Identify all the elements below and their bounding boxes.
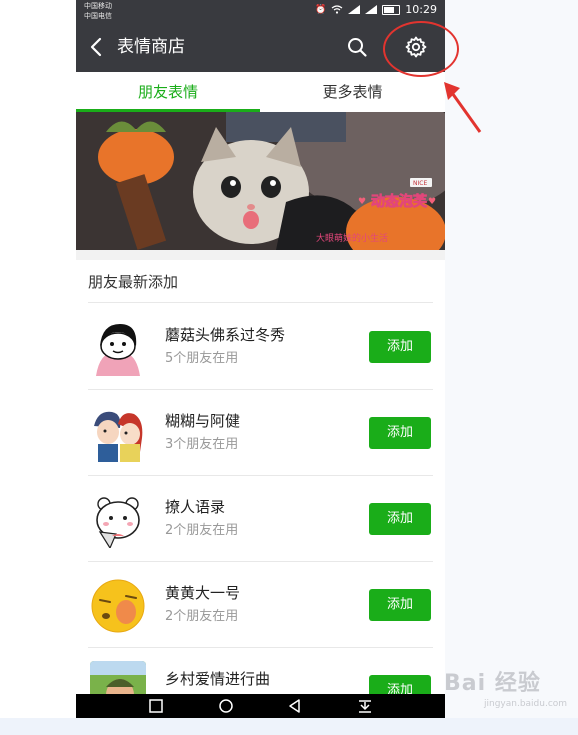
wifi-icon — [331, 5, 343, 14]
add-button[interactable]: 添加 — [369, 331, 431, 363]
watermark-logo-text: Bai 经验 — [444, 671, 541, 696]
carrier-1: 中国移动 — [84, 2, 112, 10]
battery-icon — [382, 4, 401, 15]
friends-using-count: 3个朋友在用 — [165, 437, 239, 452]
sticker-thumbnail-yellow-face — [90, 578, 146, 634]
list-item[interactable]: 糊糊与阿健 3个朋友在用 添加 — [76, 389, 445, 475]
search-icon[interactable] — [346, 36, 368, 58]
bottom-backdrop — [0, 718, 578, 735]
banner-image: ♥ 动态泡芙 ♥ 大眼萌妹的小生活 NICE — [76, 112, 445, 250]
phone-screen: 中国移动 中国电信 ⏰ 10:29 表情商店 朋友表情 更多表情 ♥ 动态泡芙 … — [76, 0, 445, 718]
sticker-thumbnail-bear — [90, 492, 146, 548]
status-icons: ⏰ 10:29 — [315, 3, 437, 16]
sticker-thumbnail-mushroom — [90, 320, 146, 376]
banner-subcaption: 大眼萌妹的小生活 — [316, 232, 388, 244]
tab-bar: 朋友表情 更多表情 — [76, 72, 445, 113]
friends-using-count: 2个朋友在用 — [165, 523, 239, 538]
home-icon[interactable] — [218, 698, 234, 714]
section-title: 朋友最新添加 — [88, 273, 179, 291]
list-item[interactable]: 黄黄大一号 2个朋友在用 添加 — [76, 561, 445, 647]
sticker-thumbnail-couple — [90, 406, 146, 462]
list-item[interactable]: 撩人语录 2个朋友在用 添加 — [76, 475, 445, 561]
left-backdrop — [0, 0, 76, 735]
sticker-name: 撩人语录 — [165, 498, 226, 516]
carrier-2: 中国电信 — [84, 12, 112, 20]
watermark-url: jingyan.baidu.com — [484, 699, 568, 709]
sticker-name: 乡村爱情进行曲 — [165, 670, 271, 688]
signal-4g-icon — [365, 5, 378, 14]
back-triangle-icon[interactable] — [287, 698, 303, 714]
list-item[interactable]: 蘑菇头佛系过冬秀 5个朋友在用 添加 — [76, 303, 445, 389]
banner-tag: NICE — [413, 180, 427, 187]
sticker-name: 蘑菇头佛系过冬秀 — [165, 326, 286, 344]
tab-more-stickers[interactable]: 更多表情 — [260, 72, 445, 112]
section-gap — [76, 250, 445, 260]
add-button[interactable]: 添加 — [369, 417, 431, 449]
add-button[interactable]: 添加 — [369, 503, 431, 535]
sticker-name: 糊糊与阿健 — [165, 412, 241, 430]
annotation-arrow-icon — [444, 82, 482, 133]
promo-banner[interactable]: ♥ 动态泡芙 ♥ 大眼萌妹的小生活 NICE — [76, 112, 445, 250]
clock: 10:29 — [405, 3, 437, 16]
svg-text:♥: ♥ — [428, 197, 436, 207]
tab-friends-stickers[interactable]: 朋友表情 — [76, 72, 260, 112]
carrier-labels: 中国移动 中国电信 — [84, 1, 112, 21]
page-title: 表情商店 — [117, 37, 185, 57]
add-button[interactable]: 添加 — [369, 589, 431, 621]
annotation-circle — [383, 21, 459, 77]
friends-using-count: 5个朋友在用 — [165, 351, 239, 366]
recent-apps-icon[interactable] — [148, 698, 164, 714]
status-bar: 中国移动 中国电信 ⏰ 10:29 — [76, 0, 445, 22]
notification-pulldown-icon[interactable] — [357, 698, 373, 714]
signal-icon — [348, 5, 361, 14]
system-nav-bar — [76, 694, 445, 718]
sticker-name: 黄黄大一号 — [165, 584, 241, 602]
chevron-left-icon[interactable] — [86, 34, 108, 60]
friends-using-count: 2个朋友在用 — [165, 609, 239, 624]
watermark: Bai 经验 jingyan.baidu.com — [444, 670, 574, 716]
svg-text:♥: ♥ — [358, 197, 366, 207]
banner-caption: 动态泡芙 — [371, 193, 428, 210]
alarm-icon: ⏰ — [315, 4, 327, 15]
